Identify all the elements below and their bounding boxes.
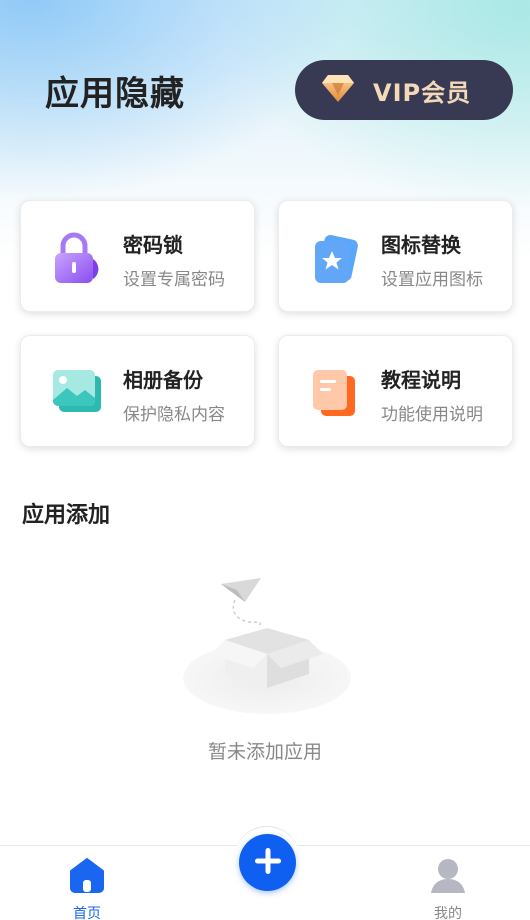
tab-home[interactable]: 首页 [27,846,147,920]
star-card-icon [307,229,363,285]
card-icon-replace[interactable]: 图标替换 设置应用图标 [278,200,513,312]
card-password-lock[interactable]: 密码锁 设置专属密码 [20,200,255,312]
page-title: 应用隐藏 [45,74,185,114]
card-subtitle: 功能使用说明 [381,405,483,425]
vip-member-button[interactable]: VIP会员 [295,60,513,120]
tab-mine-label: 我的 [434,906,462,920]
card-subtitle: 设置专属密码 [123,270,225,290]
vip-label: VIP会员 [373,78,472,107]
section-title-app-add: 应用添加 [22,503,111,528]
photo-icon [49,364,105,420]
card-title: 相册备份 [123,368,203,392]
card-album-backup[interactable]: 相册备份 保护隐私内容 [20,335,255,447]
home-icon [68,856,106,894]
card-subtitle: 保护隐私内容 [123,405,225,425]
card-title: 密码锁 [123,233,183,257]
empty-box-illustration [175,570,355,720]
user-icon [429,856,467,894]
empty-state-text: 暂未添加应用 [207,741,322,763]
plus-icon [253,846,283,880]
lock-icon [49,229,105,285]
diamond-icon [321,73,355,107]
tab-mine[interactable]: 我的 [388,846,508,920]
card-title: 图标替换 [381,233,461,257]
document-icon [307,364,363,420]
tab-home-label: 首页 [73,906,101,920]
add-app-button[interactable] [239,834,296,891]
card-title: 教程说明 [381,368,461,392]
card-subtitle: 设置应用图标 [381,270,483,290]
card-tutorial[interactable]: 教程说明 功能使用说明 [278,335,513,447]
